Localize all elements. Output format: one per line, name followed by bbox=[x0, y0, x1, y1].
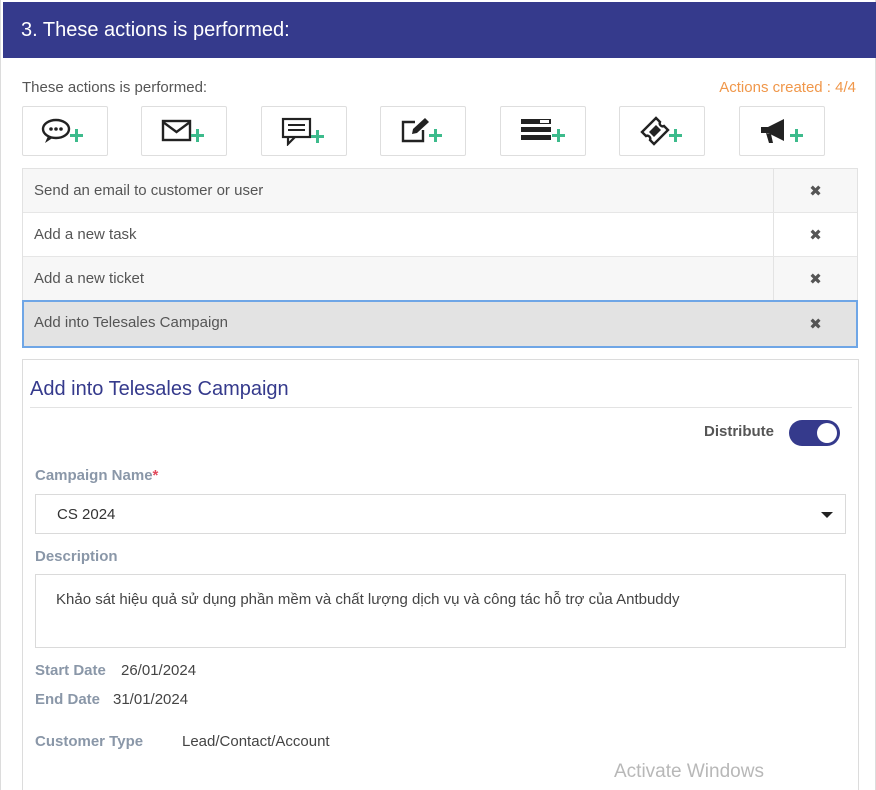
action-detail-form: Add into Telesales Campaign Distribute C… bbox=[22, 359, 859, 790]
divider bbox=[30, 407, 852, 408]
actions-panel: 3. These actions is performed: These act… bbox=[0, 0, 876, 790]
remove-icon[interactable]: ✖ bbox=[774, 213, 857, 256]
ticket-add-icon bbox=[640, 116, 682, 146]
required-mark: * bbox=[152, 467, 159, 484]
add-task-action-button[interactable] bbox=[380, 106, 466, 156]
start-date-label: Start Date bbox=[35, 662, 106, 679]
add-ticket-action-button[interactable] bbox=[619, 106, 705, 156]
end-date-label: End Date bbox=[35, 691, 101, 708]
campaign-name-label-text: Campaign Name bbox=[35, 467, 153, 484]
campaign-name-label: Campaign Name* bbox=[35, 467, 158, 484]
description-textarea[interactable]: Khảo sát hiệu quả sử dụng phần mềm và ch… bbox=[35, 574, 846, 648]
created-actions-list: Send an email to customer or user ✖ Add … bbox=[22, 168, 858, 348]
section-header: 3. These actions is performed: bbox=[3, 2, 876, 58]
chat-bubble-add-icon bbox=[41, 118, 83, 143]
actions-created-counter: Actions created : 4/4 bbox=[719, 79, 856, 96]
actions-label: These actions is performed: bbox=[22, 79, 208, 96]
customer-type-value: Lead/Contact/Account bbox=[182, 733, 330, 750]
distribute-label: Distribute bbox=[704, 423, 775, 440]
campaign-name-select[interactable]: CS 2024 bbox=[35, 494, 846, 534]
activate-windows-watermark: Activate Windows bbox=[614, 761, 764, 782]
add-chat-action-button[interactable] bbox=[22, 106, 108, 156]
remove-icon[interactable]: ✖ bbox=[774, 301, 857, 347]
chevron-down-icon bbox=[821, 512, 833, 518]
action-item-label: Add into Telesales Campaign bbox=[23, 301, 774, 347]
distribute-toggle[interactable] bbox=[789, 420, 840, 446]
list-item[interactable]: Send an email to customer or user ✖ bbox=[23, 169, 857, 213]
start-date-value: 26/01/2024 bbox=[121, 662, 197, 679]
toggle-knob bbox=[817, 423, 837, 443]
list-item-selected[interactable]: Add into Telesales Campaign ✖ bbox=[22, 300, 858, 348]
add-list-action-button[interactable] bbox=[500, 106, 586, 156]
edit-add-icon bbox=[401, 118, 442, 143]
message-add-icon bbox=[281, 117, 324, 146]
detail-title: Add into Telesales Campaign bbox=[30, 378, 289, 400]
action-item-label: Send an email to customer or user bbox=[23, 169, 774, 212]
list-add-icon bbox=[521, 119, 565, 142]
megaphone-add-icon bbox=[761, 119, 803, 143]
remove-icon[interactable]: ✖ bbox=[774, 257, 857, 300]
list-item[interactable]: Add a new task ✖ bbox=[23, 213, 857, 257]
end-date-value: 31/01/2024 bbox=[113, 691, 189, 708]
list-item[interactable]: Add a new ticket ✖ bbox=[23, 257, 857, 301]
add-message-action-button[interactable] bbox=[261, 106, 347, 156]
add-campaign-action-button[interactable] bbox=[739, 106, 825, 156]
action-item-label: Add a new task bbox=[23, 213, 774, 256]
description-label: Description bbox=[35, 548, 118, 565]
action-item-label: Add a new ticket bbox=[23, 257, 774, 300]
envelope-add-icon bbox=[161, 119, 204, 142]
add-email-action-button[interactable] bbox=[141, 106, 227, 156]
customer-type-label: Customer Type bbox=[35, 733, 144, 750]
remove-icon[interactable]: ✖ bbox=[774, 169, 857, 212]
campaign-name-value: CS 2024 bbox=[57, 506, 116, 523]
